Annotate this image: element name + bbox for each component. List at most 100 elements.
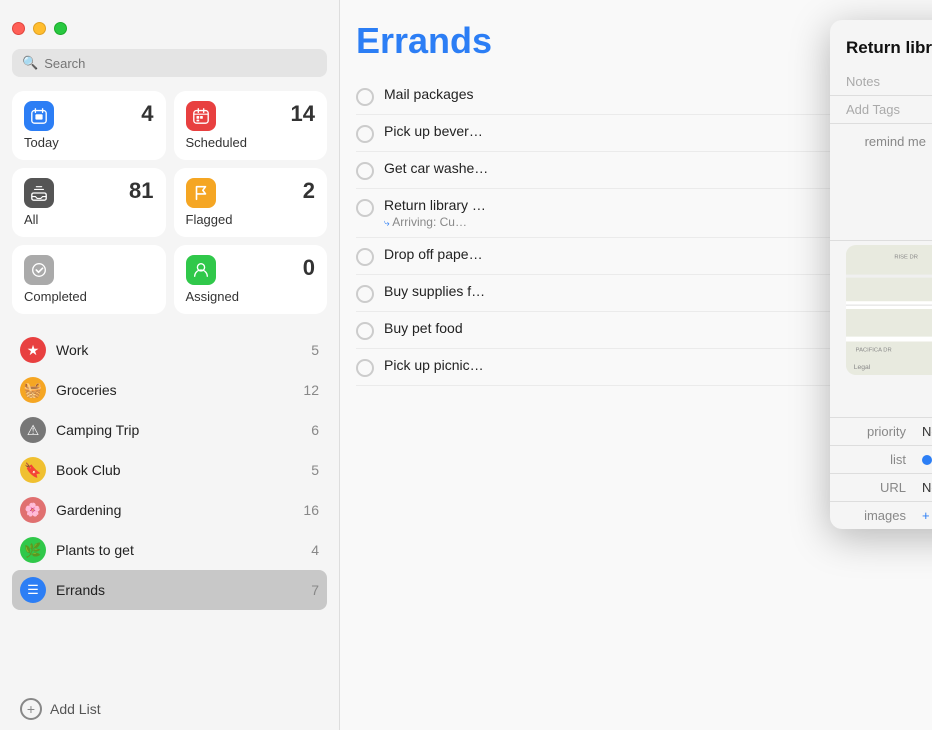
flagged-count: 2 — [303, 178, 315, 204]
add-image-button[interactable]: + Add Image… — [922, 508, 932, 523]
groceries-icon: 🧺 — [20, 377, 46, 403]
svg-text:PACIFICA DR: PACIFICA DR — [856, 348, 892, 354]
task-checkbox[interactable] — [356, 322, 374, 340]
detail-header: Return library books — [830, 20, 932, 68]
search-icon: 🔍 — [22, 55, 38, 71]
minimize-button[interactable] — [33, 22, 46, 35]
list-item-work[interactable]: ★ Work 5 — [12, 330, 327, 370]
add-list-button[interactable]: + Add List — [12, 688, 327, 730]
list-item-errands[interactable]: ☰ Errands 7 — [12, 570, 327, 610]
priority-row: priority None — [830, 418, 932, 446]
smart-list-today[interactable]: 4 Today — [12, 91, 166, 160]
my-lists: ★ Work 5 🧺 Groceries 12 ⚠ Camping Trip 6… — [12, 330, 327, 686]
detail-panel: Return library books Notes Add Tags remi… — [830, 20, 932, 529]
work-label: Work — [56, 342, 301, 358]
fullscreen-button[interactable] — [54, 22, 67, 35]
task-text: Drop off pape… — [384, 246, 483, 262]
smart-list-assigned[interactable]: 0 Assigned — [174, 245, 328, 314]
notes-placeholder: Notes — [846, 74, 880, 89]
gardening-label: Gardening — [56, 502, 293, 518]
list-item-camping[interactable]: ⚠ Camping Trip 6 — [12, 410, 327, 450]
url-row: URL None — [830, 474, 932, 502]
list-item-plants[interactable]: 🌿 Plants to get 4 — [12, 530, 327, 570]
gardening-count: 16 — [303, 502, 319, 518]
arriving-leaving-row: Arriving Leaving — [830, 203, 932, 234]
plants-count: 4 — [311, 542, 319, 558]
svg-text:RISE DR: RISE DR — [894, 255, 918, 261]
task-checkbox[interactable] — [356, 125, 374, 143]
all-count: 81 — [129, 178, 153, 204]
priority-value: None — [922, 424, 932, 439]
calendar-grid-icon — [186, 101, 216, 131]
search-bar[interactable]: 🔍 — [12, 49, 327, 77]
task-checkbox[interactable] — [356, 199, 374, 217]
today-label: Today — [24, 135, 154, 150]
gardening-icon: 🌸 — [20, 497, 46, 523]
list-row: list Errands — [830, 446, 932, 474]
images-row: images + Add Image… — [830, 502, 932, 529]
groceries-count: 12 — [303, 382, 319, 398]
all-label: All — [24, 212, 154, 227]
task-text: Buy supplies f… — [384, 283, 485, 299]
bookclub-label: Book Club — [56, 462, 301, 478]
camping-count: 6 — [311, 422, 319, 438]
plants-label: Plants to get — [56, 542, 301, 558]
task-checkbox[interactable] — [356, 359, 374, 377]
search-input[interactable] — [44, 56, 317, 71]
task-checkbox[interactable] — [356, 88, 374, 106]
remind-me-section: remind me On a Day At a Location Cuperti… — [830, 124, 932, 241]
main-content: + Errands Mail packages Pick up bever… G… — [340, 0, 932, 730]
errands-icon: ☰ — [20, 577, 46, 603]
task-text: Pick up picnic… — [384, 357, 484, 373]
bookclub-icon: 🔖 — [20, 457, 46, 483]
flag-icon — [186, 178, 216, 208]
task-text: Mail packages — [384, 86, 474, 102]
url-value: None — [922, 480, 932, 495]
detail-title: Return library books — [846, 38, 932, 58]
flagged-label: Flagged — [186, 212, 316, 227]
when-messaging-row: When Messaging a Person — [830, 383, 932, 418]
completed-label: Completed — [24, 289, 154, 304]
remind-me-row: remind me On a Day — [830, 124, 932, 158]
list-label: list — [846, 452, 906, 467]
smart-list-completed[interactable]: Completed — [12, 245, 166, 314]
smart-list-all[interactable]: 81 All — [12, 168, 166, 237]
smart-list-scheduled[interactable]: 14 Scheduled — [174, 91, 328, 160]
list-item-bookclub[interactable]: 🔖 Book Club 5 — [12, 450, 327, 490]
url-label: URL — [846, 480, 906, 495]
task-sub: ⤷ Arriving: Cu… — [384, 215, 486, 229]
add-list-icon: + — [20, 698, 42, 720]
plants-icon: 🌿 — [20, 537, 46, 563]
tags-placeholder: Add Tags — [846, 102, 900, 117]
task-text: Return library … — [384, 197, 486, 213]
add-list-label: Add List — [50, 701, 101, 717]
task-checkbox[interactable] — [356, 162, 374, 180]
close-button[interactable] — [12, 22, 25, 35]
errands-label: Errands — [56, 582, 301, 598]
calendar-icon — [24, 101, 54, 131]
list-item-groceries[interactable]: 🧺 Groceries 12 — [12, 370, 327, 410]
bookclub-count: 5 — [311, 462, 319, 478]
camping-icon: ⚠ — [20, 417, 46, 443]
list-item-gardening[interactable]: 🌸 Gardening 16 — [12, 490, 327, 530]
groceries-label: Groceries — [56, 382, 293, 398]
task-checkbox[interactable] — [356, 285, 374, 303]
traffic-lights — [12, 12, 327, 35]
today-count: 4 — [141, 101, 153, 127]
work-count: 5 — [311, 342, 319, 358]
remind-me-label: remind me — [846, 134, 926, 149]
tags-field[interactable]: Add Tags — [830, 96, 932, 124]
smart-lists-grid: 4 Today 14 Scheduled 81 All — [12, 91, 327, 314]
images-label: images — [846, 508, 906, 523]
notes-field[interactable]: Notes — [830, 68, 932, 96]
person-icon — [186, 255, 216, 285]
task-text: Buy pet food — [384, 320, 463, 336]
tray-icon — [24, 178, 54, 208]
checkmark-icon — [24, 255, 54, 285]
map-container: S DE ANZA BLVD ANEY AVE PACIFICA DR SUIS… — [846, 245, 932, 375]
svg-text:Legal: Legal — [854, 364, 871, 371]
task-checkbox[interactable] — [356, 248, 374, 266]
smart-list-flagged[interactable]: 2 Flagged — [174, 168, 328, 237]
sidebar: 🔍 4 Today 14 Scheduled — [0, 0, 340, 730]
task-text: Get car washe… — [384, 160, 488, 176]
